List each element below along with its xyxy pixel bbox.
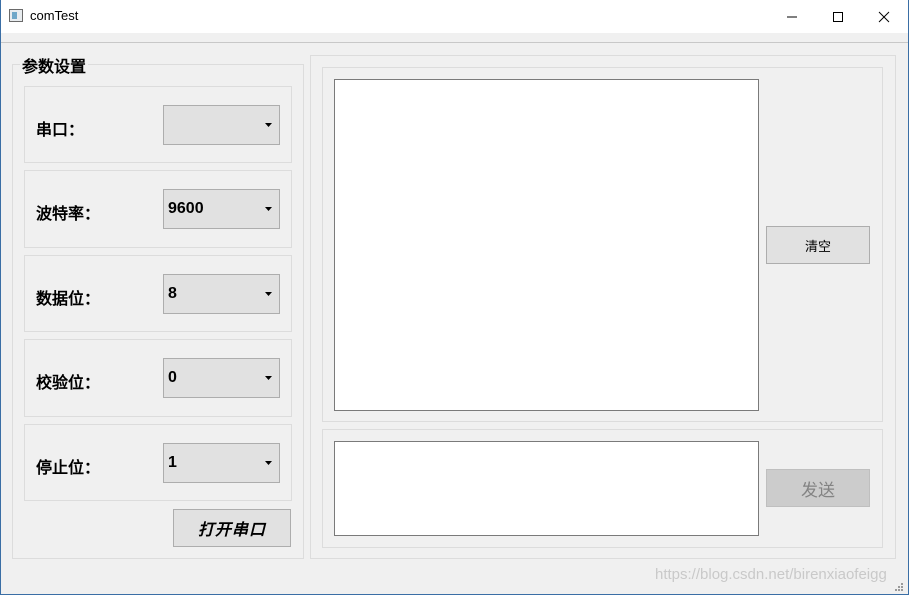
baud-select-value: 9600 (168, 200, 204, 217)
chevron-down-icon (265, 292, 272, 296)
databits-select-value: 8 (168, 285, 177, 302)
chevron-down-icon (265, 376, 272, 380)
open-port-button[interactable]: 打开串口 (173, 509, 291, 547)
chevron-down-icon (265, 123, 272, 127)
stopbits-select[interactable]: 1 (163, 443, 280, 483)
watermark-text: https://blog.csdn.net/birenxiaofeigg (655, 566, 887, 583)
port-select[interactable] (163, 105, 280, 145)
close-button[interactable] (861, 0, 907, 33)
stopbits-label: 停止位： (36, 458, 101, 477)
menu-bar (0, 33, 909, 43)
open-port-button-label: 打开串口 (197, 520, 266, 539)
clear-button-label: 清空 (804, 239, 831, 255)
window-title: comTest (30, 8, 79, 23)
chevron-down-icon (265, 207, 272, 211)
parity-label: 校验位： (36, 373, 101, 392)
baud-select[interactable]: 9600 (163, 189, 280, 229)
parity-select-value: 0 (168, 369, 177, 386)
port-label: 串口： (36, 120, 85, 139)
resize-grip-icon[interactable] (894, 582, 904, 592)
send-button[interactable]: 发送 (766, 469, 870, 507)
databits-select[interactable]: 8 (163, 274, 280, 314)
close-icon (878, 11, 890, 22)
send-button-label: 发送 (801, 480, 835, 501)
databits-label: 数据位： (36, 289, 101, 308)
minimize-icon (787, 16, 797, 17)
stopbits-select-value: 1 (168, 454, 177, 471)
chevron-down-icon (265, 461, 272, 465)
receive-textarea[interactable] (334, 79, 759, 411)
maximize-button[interactable] (815, 0, 861, 33)
settings-group-title: 参数设置 (20, 53, 89, 77)
parity-select[interactable]: 0 (163, 358, 280, 398)
send-textarea[interactable] (334, 441, 759, 536)
maximize-icon (833, 11, 843, 22)
minimize-button[interactable] (769, 0, 815, 33)
app-icon (9, 9, 23, 22)
baud-label: 波特率： (36, 204, 101, 223)
clear-button[interactable]: 清空 (766, 226, 870, 264)
